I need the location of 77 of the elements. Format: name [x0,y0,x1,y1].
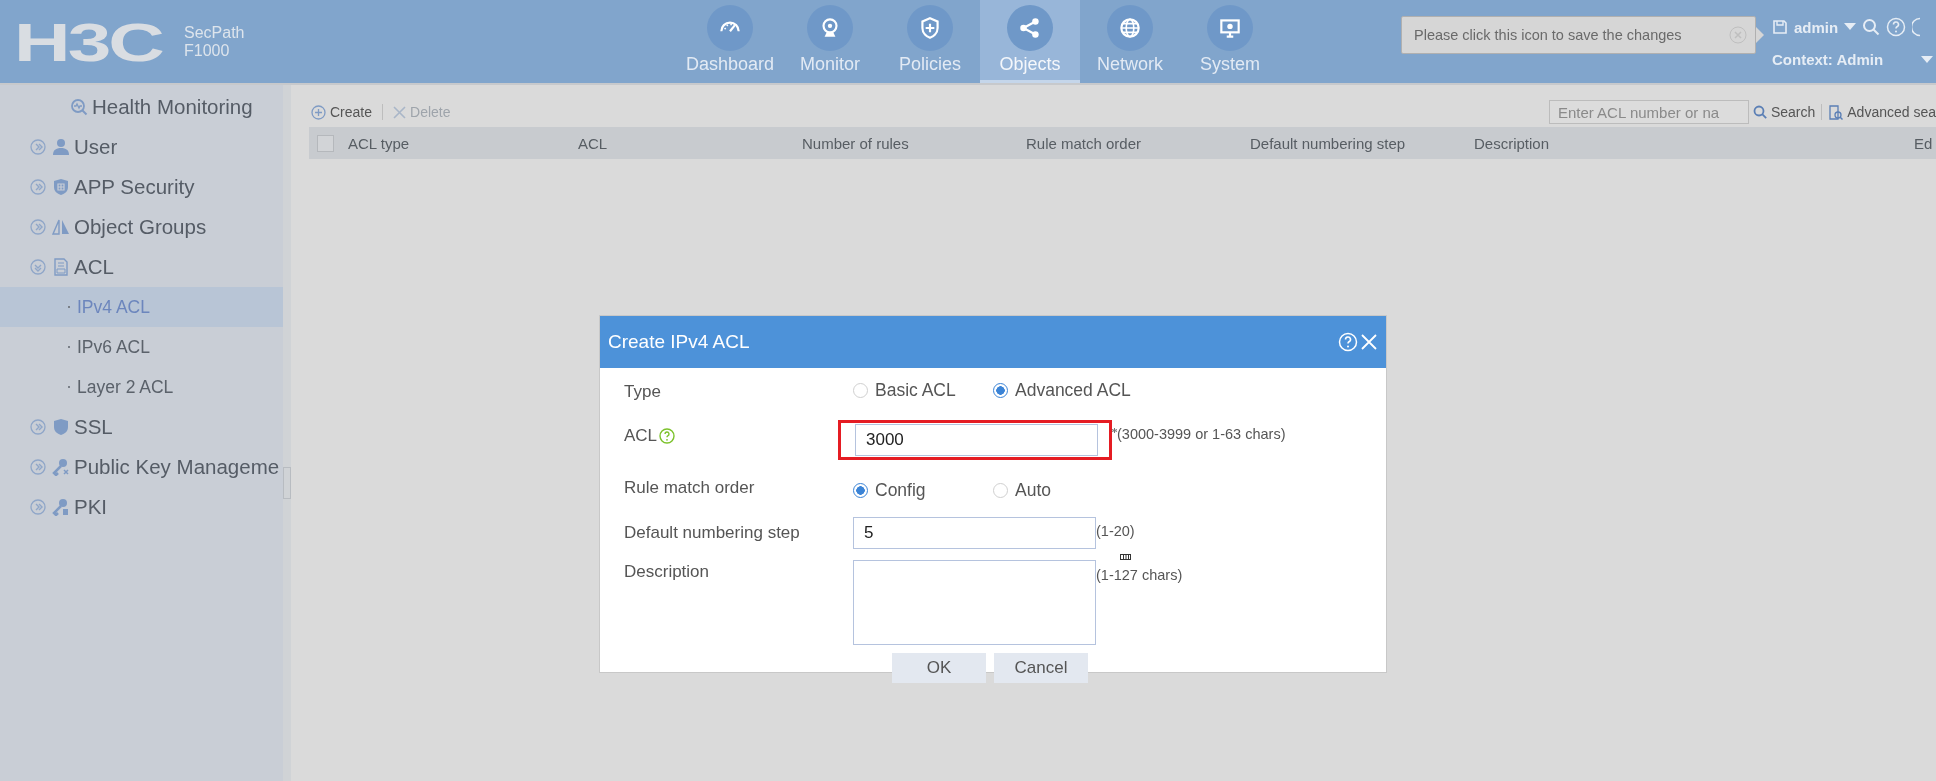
cancel-button[interactable]: Cancel [994,653,1088,683]
collapse-icon[interactable] [30,259,46,275]
key-icon [52,498,70,516]
advanced-search-button[interactable]: Advanced sea [1828,104,1936,120]
dialog-title: Create IPv4 ACL [608,331,751,353]
plus-icon [311,104,326,120]
column-header[interactable]: Rule match order [1026,134,1250,152]
nav-tab[interactable]: System [1180,0,1280,83]
column-header[interactable]: Default numbering step [1250,134,1474,152]
radio-label[interactable]: Config [875,480,926,501]
close-icon [393,105,407,119]
field-label: Rule match order [624,478,755,498]
keyboard-icon [1120,554,1131,560]
checkbox[interactable] [317,134,334,152]
document-icon [52,258,70,276]
magnifier-icon [70,98,88,116]
expand-icon[interactable] [30,179,46,195]
create-button[interactable]: Create [311,104,373,120]
help-icon[interactable] [1886,17,1907,37]
radio-label[interactable]: Advanced ACL [1015,380,1131,401]
collapse-handle[interactable] [283,85,291,781]
caret-icon[interactable] [1844,23,1857,31]
search-field[interactable]: Enter ACL number or na [1548,100,1749,124]
expand-icon[interactable] [30,499,46,515]
triangles-icon [52,218,70,236]
sidebar-item[interactable]: Layer 2 ACL [0,367,283,407]
nav-tab[interactable]: Monitor [780,0,880,83]
sidebar-item[interactable]: PKI [0,487,283,527]
globe-icon [1117,15,1143,41]
column-header[interactable]: ACL type [348,134,578,152]
field-label: Description [624,562,710,582]
radio-label[interactable]: Basic ACL [875,380,956,401]
column-header[interactable]: Ed [1914,134,1936,152]
radio-label[interactable]: Auto [1015,480,1051,501]
text-area[interactable] [853,560,1096,645]
save-icon[interactable] [1772,19,1788,35]
field-label: Type [624,382,661,402]
expand-icon[interactable] [30,219,46,235]
radio-button[interactable] [853,483,868,498]
nav-tab[interactable]: Dashboard [680,0,780,83]
ok-button[interactable]: OK [892,653,986,683]
sidebar-item[interactable]: APP Security [0,167,283,207]
document-icon [1828,104,1844,120]
shield-icon [52,178,70,196]
search-icon[interactable] [1862,18,1881,36]
tooltip-text: Please click this icon to save the changes [1414,27,1682,43]
sidebar-item[interactable]: Health Monitoring [0,87,283,127]
field-label: Default numbering step [624,523,800,543]
hint-text: (1-20) [1096,523,1135,539]
input-field[interactable]: 5 [853,517,1096,549]
logo: H3C [14,14,162,69]
sidebar-item[interactable]: Public Key Manageme [0,447,283,487]
sidebar-item[interactable]: Object Groups [0,207,283,247]
context-selector[interactable]: Context: Admin [1772,51,1884,68]
sidebar-item[interactable]: ACL [0,247,283,287]
shield-icon [52,418,70,436]
hint-text: (1-127 chars) [1096,567,1183,583]
search-icon [1752,105,1767,119]
expand-icon[interactable] [30,139,46,155]
column-header[interactable]: Number of rules [802,134,1026,152]
sidebar-item[interactable]: SSL [0,407,283,447]
field-label: ACL [624,426,658,446]
hint-text: (3000-3999 or 1-63 chars) [1117,426,1286,442]
column-header[interactable]: Description [1474,134,1914,152]
product-name: SecPath F1000 [184,23,245,60]
radio-button[interactable] [993,383,1008,398]
expand-icon[interactable] [30,419,46,435]
user-menu[interactable]: admin [1794,18,1839,36]
search-button[interactable]: Search [1752,104,1816,120]
sidebar-item[interactable]: User [0,127,283,167]
column-header[interactable]: ACL [578,134,802,152]
caret-icon[interactable] [1921,55,1934,64]
expand-icon[interactable] [30,459,46,475]
key-icon [52,458,70,476]
person-icon [52,138,70,156]
sidebar-item[interactable]: IPv6 ACL [0,327,283,367]
input-field[interactable]: 3000 [855,424,1098,456]
